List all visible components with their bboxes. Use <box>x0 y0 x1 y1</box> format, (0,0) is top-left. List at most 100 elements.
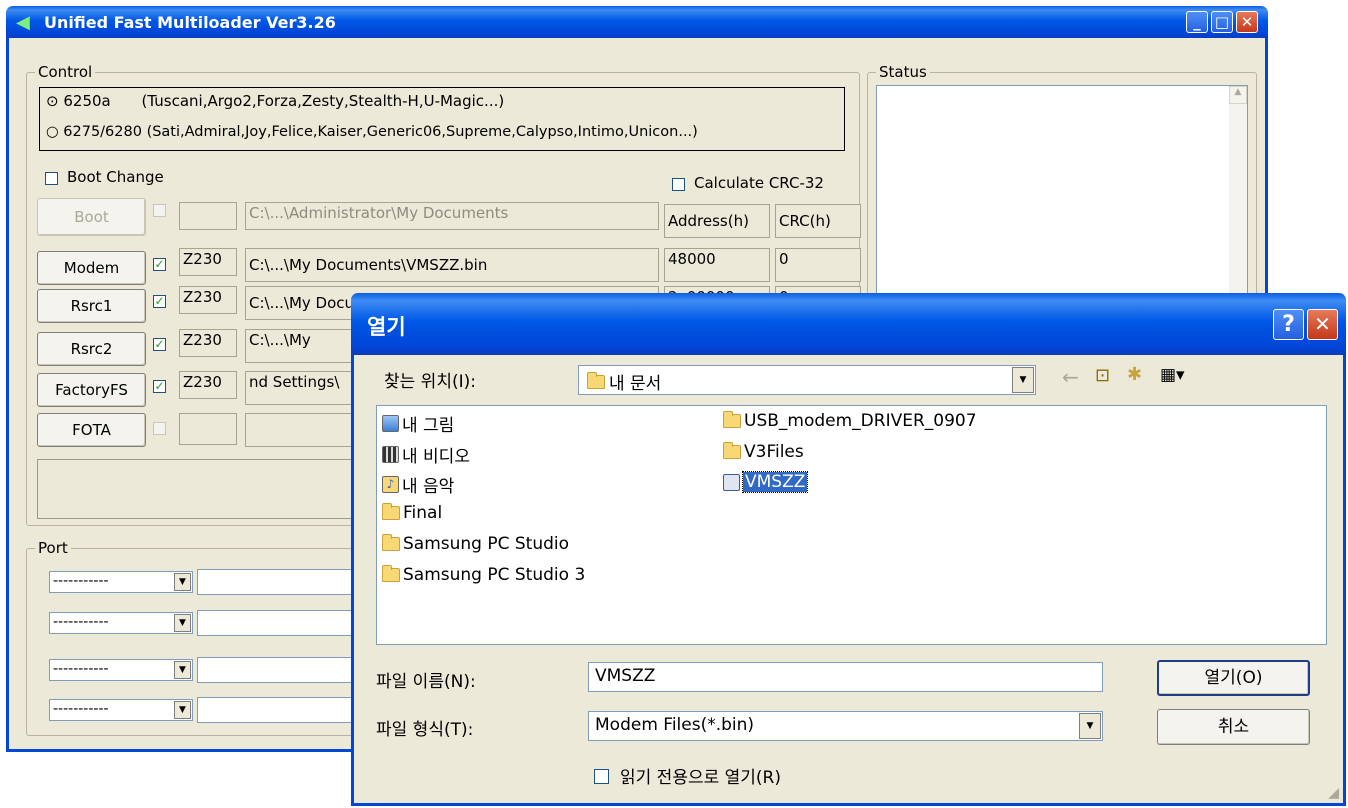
port-combo-4[interactable]: ----------- ▼ <box>49 699 193 721</box>
folder-icon <box>382 503 400 520</box>
crc-header: CRC(h) <box>775 204 861 238</box>
file-type-combo[interactable]: Modem Files(*.bin) ▼ <box>588 711 1103 741</box>
chipset-radio-box: ⊙ 6250a (Tuscani,Argo2,Forza,Zesty,Steal… <box>39 87 845 151</box>
my-music-icon: ♪ <box>382 476 399 493</box>
port-combo-3-value: ----------- <box>53 661 109 677</box>
modem-crc: 0 <box>775 248 861 282</box>
dropdown-arrow-icon: ▼ <box>174 701 191 719</box>
file-list[interactable]: 내 그림 내 비디오 ♪ 내 음악 Final Samsung PC Studio… <box>376 405 1327 645</box>
port-group-label: Port <box>35 539 71 557</box>
status-group-label: Status <box>876 63 930 81</box>
factoryfs-checkbox[interactable]: ✓ <box>153 380 166 393</box>
readonly-checkbox[interactable] <box>594 769 609 784</box>
scroll-up-button[interactable]: ▲ <box>1229 86 1247 104</box>
dialog-close-button[interactable]: ✕ <box>1307 309 1338 340</box>
list-item-label: 내 음악 <box>402 477 455 497</box>
dialog-titlebar[interactable]: 열기 ? ✕ <box>351 293 1346 355</box>
modem-tag: Z230 <box>179 248 237 276</box>
list-item[interactable]: 내 그림 <box>382 411 454 436</box>
open-button[interactable]: 열기(O) <box>1157 660 1310 696</box>
list-item[interactable]: Final <box>382 503 442 523</box>
boot-change-label: Boot Change <box>67 168 164 186</box>
port-combo-2[interactable]: ----------- ▼ <box>49 612 193 634</box>
minimize-button[interactable]: _ <box>1186 11 1208 33</box>
fota-checkbox[interactable] <box>153 422 166 435</box>
radio-6275-label: 6275/6280 (Sati,Admiral,Joy,Felice,Kaise… <box>63 124 698 140</box>
view-menu-icon[interactable]: ▦▾ <box>1160 365 1185 385</box>
dropdown-arrow-icon: ▼ <box>1079 713 1101 739</box>
my-videos-icon <box>382 446 399 463</box>
dialog-title: 열기 <box>367 315 406 339</box>
maximize-icon: □ <box>1214 13 1230 31</box>
list-item[interactable]: USB_modem_DRIVER_0907 <box>723 411 977 431</box>
dropdown-arrow-icon: ▼ <box>174 661 191 679</box>
port-combo-4-value: ----------- <box>53 701 109 717</box>
list-item[interactable]: V3Files <box>723 442 804 462</box>
factoryfs-button[interactable]: FactoryFS <box>37 373 146 407</box>
up-folder-icon[interactable]: ⊡ <box>1095 365 1110 386</box>
boot-change-checkbox[interactable] <box>45 172 58 185</box>
radio-selected-icon: ⊙ <box>46 92 59 110</box>
port-combo-1-value: ----------- <box>53 573 109 589</box>
radio-6250a-label: 6250a <box>63 92 111 110</box>
my-pictures-icon <box>382 415 399 432</box>
control-group-label: Control <box>35 63 96 81</box>
bin-file-icon <box>723 473 740 491</box>
radio-6250a-desc: (Tuscani,Argo2,Forza,Zesty,Stealth-H,U-M… <box>141 92 505 110</box>
port-combo-1[interactable]: ----------- ▼ <box>49 571 193 593</box>
rsrc1-button[interactable]: Rsrc1 <box>37 289 146 323</box>
radio-6250a[interactable]: ⊙ 6250a (Tuscani,Argo2,Forza,Zesty,Steal… <box>46 92 504 110</box>
dropdown-arrow-icon: ▼ <box>1012 367 1034 393</box>
new-folder-icon[interactable]: ✱ <box>1127 364 1142 385</box>
close-icon: ✕ <box>1314 312 1331 336</box>
minimize-icon: _ <box>1193 13 1201 31</box>
rsrc2-button[interactable]: Rsrc2 <box>37 332 146 366</box>
dropdown-arrow-icon: ▼ <box>174 573 191 591</box>
dropdown-arrow-icon: ▼ <box>174 614 191 632</box>
list-item[interactable]: Samsung PC Studio 3 <box>382 565 585 585</box>
look-in-value-wrap: 내 문서 <box>587 369 661 394</box>
check-icon: ✓ <box>154 379 165 393</box>
modem-checkbox[interactable]: ✓ <box>153 258 166 271</box>
address-header: Address(h) <box>664 204 770 238</box>
boot-checkbox[interactable] <box>153 204 166 217</box>
radio-unselected-icon: ○ <box>46 124 59 140</box>
help-button[interactable]: ? <box>1273 309 1304 340</box>
cancel-button[interactable]: 취소 <box>1157 709 1310 745</box>
port-combo-3[interactable]: ----------- ▼ <box>49 659 193 681</box>
main-titlebar[interactable]: ◀ Unified Fast Multiloader Ver3.26 _ □ ✕ <box>6 6 1268 38</box>
boot-button[interactable]: Boot <box>37 198 146 236</box>
fota-button[interactable]: FOTA <box>37 413 146 447</box>
list-item-label: VMSZZ <box>741 471 809 493</box>
list-item-label: USB_modem_DRIVER_0907 <box>744 411 977 431</box>
list-item[interactable]: ♪ 내 음악 <box>382 472 454 497</box>
port-combo-2-value: ----------- <box>53 614 109 630</box>
file-name-value: VMSZZ <box>595 666 656 686</box>
my-documents-icon <box>587 371 605 389</box>
list-item[interactable]: Samsung PC Studio <box>382 534 569 554</box>
file-name-label: 파일 이름(N): <box>376 672 476 692</box>
resize-grip-icon[interactable]: ◢ <box>1328 785 1339 801</box>
maximize-button[interactable]: □ <box>1211 11 1233 33</box>
list-item-label: 내 비디오 <box>402 447 470 467</box>
folder-icon <box>382 534 400 551</box>
file-name-input[interactable]: VMSZZ <box>588 662 1103 692</box>
rsrc2-tag: Z230 <box>179 329 237 357</box>
list-item-label: Final <box>403 503 443 523</box>
back-icon[interactable]: ← <box>1062 365 1079 389</box>
look-in-label: 찾는 위치(I): <box>384 372 476 392</box>
close-button[interactable]: ✕ <box>1236 11 1258 33</box>
folder-icon <box>723 411 741 428</box>
radio-6275[interactable]: ○ 6275/6280 (Sati,Admiral,Joy,Felice,Kai… <box>46 124 698 140</box>
rsrc2-checkbox[interactable]: ✓ <box>153 338 166 351</box>
rsrc1-checkbox[interactable]: ✓ <box>153 295 166 308</box>
list-item-selected[interactable]: VMSZZ <box>723 471 809 493</box>
calc-crc-checkbox[interactable] <box>672 178 685 191</box>
modem-path: C:\...\My Documents\VMSZZ.bin <box>245 248 659 282</box>
look-in-value: 내 문서 <box>609 374 662 394</box>
readonly-label: 읽기 전용으로 열기(R) <box>620 768 782 788</box>
modem-button[interactable]: Modem <box>37 251 146 285</box>
modem-address: 48000 <box>664 248 770 282</box>
list-item[interactable]: 내 비디오 <box>382 442 470 467</box>
look-in-combo[interactable]: 내 문서 ▼ <box>578 365 1036 395</box>
